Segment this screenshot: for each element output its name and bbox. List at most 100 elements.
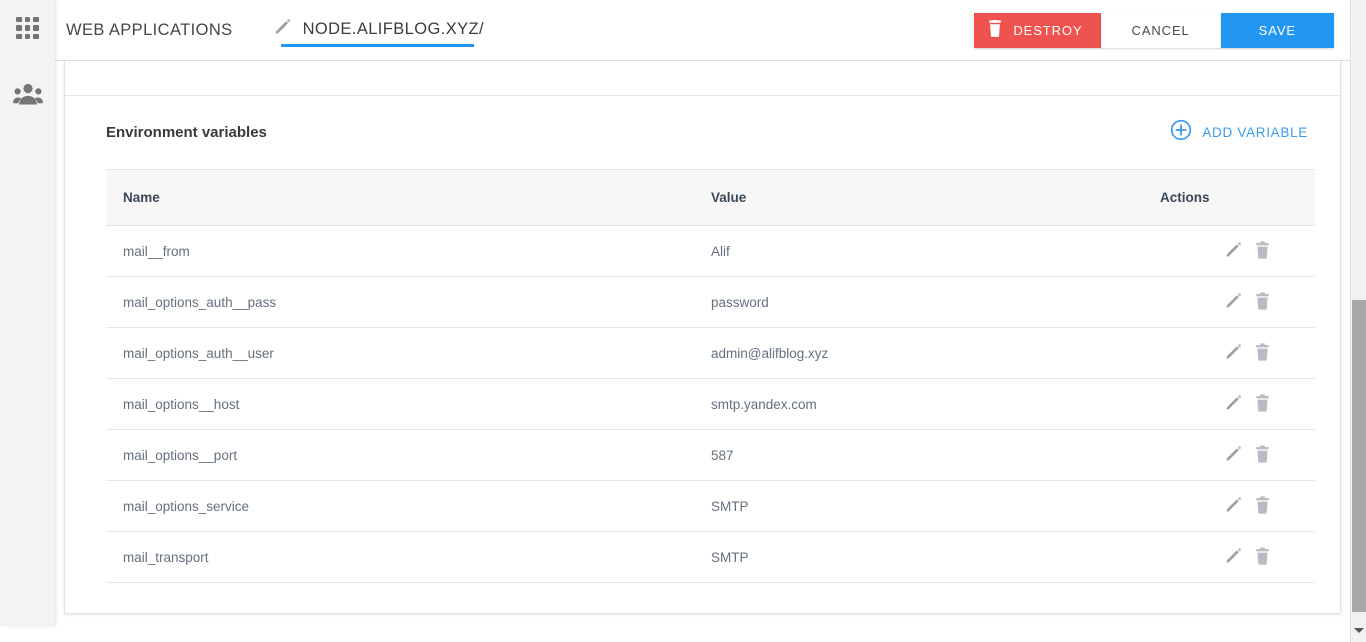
rail-footer-gutter [0, 626, 55, 642]
add-variable-label: ADD VARIABLE [1202, 125, 1308, 140]
trash-icon [988, 20, 1002, 40]
plus-circle-icon [1170, 119, 1192, 146]
cell-variable-name: mail_options__host [106, 378, 711, 430]
table-header-row: Name Value Actions [106, 169, 1315, 226]
delete-variable-button[interactable] [1252, 495, 1272, 517]
cell-variable-value: smtp.yandex.com [711, 378, 1154, 430]
row-actions [1160, 240, 1315, 262]
cell-variable-name: mail_options_auth__pass [106, 276, 711, 328]
cell-variable-name: mail_transport [106, 531, 711, 583]
icon-rail [0, 0, 55, 626]
pencil-icon [1224, 393, 1243, 415]
cell-row-actions [1154, 276, 1315, 328]
pencil-icon [1224, 342, 1243, 364]
cancel-button-label: CANCEL [1131, 22, 1190, 38]
card-top-section [65, 61, 1340, 96]
cell-row-actions [1154, 225, 1315, 277]
table-row: mail_options_service SMTP [106, 480, 1315, 532]
column-header-name: Name [106, 169, 711, 226]
row-actions [1160, 342, 1315, 364]
cell-variable-name: mail_options_auth__user [106, 327, 711, 379]
trash-icon [1255, 291, 1270, 313]
row-actions [1160, 291, 1315, 313]
scrollbar-thumb[interactable] [1352, 300, 1366, 612]
top-bar: WEB APPLICATIONS NODE.ALIFBLOG.XYZ/ DEST… [55, 0, 1366, 61]
cell-row-actions [1154, 429, 1315, 481]
edit-variable-button[interactable] [1223, 343, 1243, 363]
pencil-icon [1224, 444, 1243, 466]
caret-down-icon [1354, 627, 1364, 633]
cell-variable-name: mail_options__port [106, 429, 711, 481]
card-body: Environment variables ADD VARIABLE Name … [65, 96, 1340, 613]
cell-variable-value: 587 [711, 429, 1154, 481]
trash-icon [1255, 393, 1270, 415]
environment-variables-header: Environment variables ADD VARIABLE [65, 96, 1340, 169]
row-actions [1160, 546, 1315, 567]
cell-variable-name: mail__from [106, 225, 711, 277]
edit-variable-button[interactable] [1223, 496, 1243, 516]
edit-variable-button[interactable] [1223, 241, 1243, 261]
column-header-value: Value [711, 169, 1154, 226]
vertical-scrollbar[interactable] [1350, 0, 1366, 642]
row-actions [1160, 393, 1315, 415]
save-button[interactable]: SAVE [1220, 12, 1334, 48]
pencil-icon [1224, 291, 1243, 313]
save-button-label: SAVE [1258, 22, 1296, 38]
cell-row-actions [1154, 378, 1315, 430]
cell-variable-name: mail_options_service [106, 480, 711, 532]
trash-icon [1255, 342, 1270, 364]
pencil-icon [273, 17, 292, 41]
add-variable-button[interactable]: ADD VARIABLE [1170, 119, 1308, 146]
row-actions [1160, 444, 1315, 466]
card-bottom-padding [65, 583, 1340, 613]
cell-variable-value: Alif [711, 225, 1154, 277]
tab-label: NODE.ALIFBLOG.XYZ/ [302, 19, 484, 38]
cell-row-actions [1154, 531, 1315, 583]
pencil-icon [1224, 546, 1243, 568]
destroy-button[interactable]: DESTROY [974, 12, 1101, 48]
cell-row-actions [1154, 480, 1315, 532]
trash-icon [1255, 495, 1270, 517]
table-row: mail_options_auth__user admin@alifblog.xy… [106, 327, 1315, 379]
destroy-button-label: DESTROY [1013, 22, 1083, 38]
section-title: Environment variables [106, 124, 267, 141]
edit-variable-button[interactable] [1223, 394, 1243, 414]
environment-variables-table: Name Value Actions mail__from Alif mail_op… [106, 169, 1315, 583]
column-header-actions: Actions [1154, 169, 1315, 226]
delete-variable-button[interactable] [1252, 342, 1272, 364]
edit-variable-button[interactable] [1223, 547, 1243, 567]
pencil-icon [1224, 495, 1243, 517]
header-actions: DESTROY CANCEL SAVE [974, 12, 1334, 48]
edit-variable-button[interactable] [1223, 445, 1243, 465]
sidebar-item-users[interactable] [0, 68, 55, 124]
delete-variable-button[interactable] [1252, 546, 1272, 567]
edit-variable-button[interactable] [1223, 292, 1243, 312]
settings-card: Environment variables ADD VARIABLE Name … [64, 61, 1341, 614]
breadcrumb-web-applications[interactable]: WEB APPLICATIONS [66, 21, 233, 40]
delete-variable-button[interactable] [1252, 444, 1272, 466]
table-body: mail__from Alif mail_options_auth__pass pas… [106, 225, 1315, 583]
pencil-icon [1224, 240, 1243, 262]
row-actions [1160, 495, 1315, 517]
delete-variable-button[interactable] [1252, 393, 1272, 415]
people-icon [12, 83, 43, 110]
delete-variable-button[interactable] [1252, 291, 1272, 313]
sidebar-item-apps[interactable] [0, 0, 55, 56]
table-row: mail__from Alif [106, 225, 1315, 277]
cell-variable-value: password [711, 276, 1154, 328]
trash-icon [1255, 240, 1270, 262]
delete-variable-button[interactable] [1252, 240, 1272, 262]
table-head: Name Value Actions [106, 169, 1315, 226]
table-row: mail_transport SMTP [106, 531, 1315, 583]
app-root: WEB APPLICATIONS NODE.ALIFBLOG.XYZ/ DEST… [0, 0, 1366, 642]
tab-node-alifblog-xyz[interactable]: NODE.ALIFBLOG.XYZ/ [273, 0, 484, 61]
trash-icon [1255, 444, 1270, 466]
cancel-button[interactable]: CANCEL [1100, 12, 1221, 48]
cell-row-actions [1154, 327, 1315, 379]
tab-active-underline [280, 43, 474, 47]
scroll-down-arrow[interactable] [1351, 622, 1366, 638]
table-row: mail_options__port 587 [106, 429, 1315, 481]
cell-variable-value: SMTP [711, 531, 1154, 583]
cell-variable-value: SMTP [711, 480, 1154, 532]
table-row: mail_options_auth__pass password [106, 276, 1315, 328]
